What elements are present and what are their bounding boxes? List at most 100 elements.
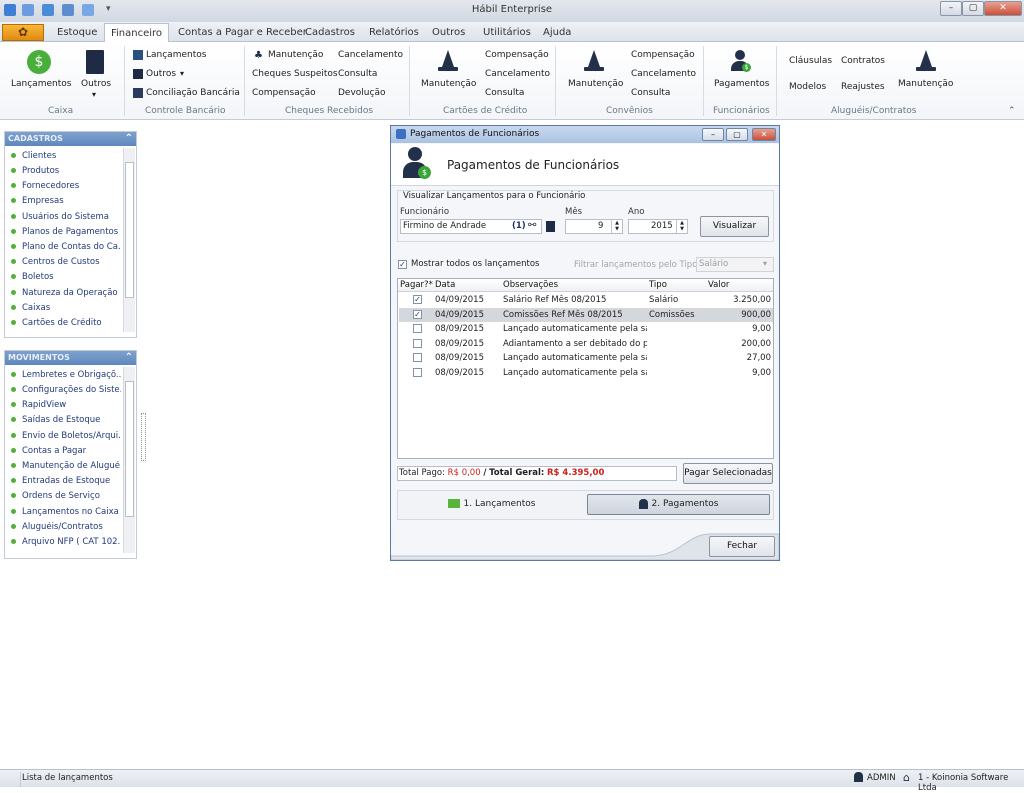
caixa-outros-button[interactable]: Outros <box>81 79 111 89</box>
cadastros-item[interactable]: Clientes <box>11 151 121 161</box>
document-icon[interactable] <box>546 221 555 232</box>
cheques-suspeitos-button[interactable]: Cheques Suspeitos <box>252 69 338 79</box>
controle-lancamentos-button[interactable]: Lançamentos <box>146 50 206 60</box>
cheques-compensacao-button[interactable]: Compensação <box>252 88 316 98</box>
cadastros-item[interactable]: Boletos <box>11 272 121 282</box>
cadastros-item[interactable]: Natureza da Operação <box>11 288 121 298</box>
movimentos-item[interactable]: Manutenção de Alugué... <box>11 461 121 471</box>
cheques-manutencao-button[interactable]: Manutenção <box>268 50 323 60</box>
clausulas-button[interactable]: Cláusulas <box>789 56 832 66</box>
cadastros-item[interactable]: Caixas <box>11 303 121 313</box>
funcionarios-pagamentos-button[interactable]: Pagamentos <box>714 79 770 89</box>
col-data[interactable]: Data <box>435 279 455 292</box>
row-tipo: Salário <box>649 295 679 305</box>
close-button[interactable]: ✕ <box>984 1 1022 16</box>
movimentos-item[interactable]: Contas a Pagar <box>11 446 121 456</box>
cadastros-item[interactable]: Centros de Custos <box>11 257 121 267</box>
row-checkbox[interactable] <box>413 367 422 377</box>
movimentos-header[interactable]: MOVIMENTOS ⌃ <box>5 351 136 365</box>
convenios-compensacao-button[interactable]: Compensação <box>631 50 695 60</box>
cadastros-item[interactable]: Cartões de Crédito <box>11 318 121 328</box>
binoculars-icon[interactable]: ⚯ <box>528 220 536 231</box>
cadastros-item[interactable]: Plano de Contas do Ca... <box>11 242 121 252</box>
mostrar-todos-checkbox[interactable]: ✓ <box>398 260 407 269</box>
dialog-maximize-button[interactable]: ▢ <box>726 128 748 141</box>
menu-utilitarios[interactable]: Utilitários <box>483 27 531 38</box>
controle-outros-button[interactable]: Outros <box>146 69 176 79</box>
table-row[interactable]: 08/09/2015 Adiantamento a ser debitado do… <box>399 337 773 351</box>
movimentos-item[interactable]: Configurações do Siste... <box>11 385 121 395</box>
collapse-icon[interactable]: ⌃ <box>125 351 133 365</box>
scrollbar[interactable] <box>123 148 135 332</box>
cadastros-item[interactable]: Planos de Pagamentos <box>11 227 121 237</box>
row-checkbox[interactable]: ✓ <box>413 309 422 319</box>
menu-contas[interactable]: Contas a Pagar e Receber <box>178 27 307 38</box>
minimize-button[interactable]: – <box>940 1 962 16</box>
collapse-ribbon-icon[interactable]: ⌃ <box>1008 106 1016 116</box>
movimentos-item[interactable]: Entradas de Estoque <box>11 476 121 486</box>
scrollbar[interactable] <box>123 367 135 553</box>
contratos-button[interactable]: Contratos <box>841 56 885 66</box>
pagar-selecionadas-button[interactable]: Pagar Selecionadas <box>683 463 773 484</box>
dialog-close-button[interactable]: ✕ <box>752 128 776 141</box>
movimentos-item[interactable]: Saídas de Estoque <box>11 415 121 425</box>
splitter-handle[interactable] <box>141 413 146 461</box>
cheques-devolucao-button[interactable]: Devolução <box>338 88 385 98</box>
cartoes-consulta-button[interactable]: Consulta <box>485 88 524 98</box>
cartoes-compensacao-button[interactable]: Compensação <box>485 50 549 60</box>
collapse-icon[interactable]: ⌃ <box>125 132 133 146</box>
col-observacoes[interactable]: Observações <box>503 279 558 292</box>
restore-button[interactable]: ▢ <box>962 1 984 16</box>
menu-outros[interactable]: Outros <box>432 27 465 38</box>
dialog-minimize-button[interactable]: – <box>702 128 724 141</box>
alugueis-manutencao-button[interactable]: Manutenção <box>898 79 953 89</box>
convenios-cancelamento-button[interactable]: Cancelamento <box>631 69 696 79</box>
table-row[interactable]: ✓ 04/09/2015 Salário Ref Mês 08/2015 Salári… <box>399 293 773 307</box>
cadastros-item[interactable]: Fornecedores <box>11 181 121 191</box>
table-row[interactable]: ✓ 04/09/2015 Comissões Ref Mês 08/2015 Comi… <box>399 307 773 322</box>
modelos-button[interactable]: Modelos <box>789 82 826 92</box>
convenios-manutencao-button[interactable]: Manutenção <box>568 79 623 89</box>
movimentos-item[interactable]: Envio de Boletos/Arqui... <box>11 431 121 441</box>
table-row[interactable]: 08/09/2015 Lançado automaticamente pela s… <box>399 322 773 336</box>
col-tipo[interactable]: Tipo <box>649 279 667 292</box>
movimentos-item[interactable]: Lembretes e Obrigaçõ... <box>11 370 121 380</box>
cadastros-item[interactable]: Empresas <box>11 196 121 206</box>
reajustes-button[interactable]: Reajustes <box>841 82 885 92</box>
menu-ajuda[interactable]: Ajuda <box>543 27 571 38</box>
col-pagar[interactable]: Pagar?* <box>400 279 433 292</box>
movimentos-item[interactable]: Aluguéis/Contratos <box>11 522 121 532</box>
tab-pagamentos[interactable]: 2. Pagamentos <box>587 494 770 515</box>
movimentos-item[interactable]: Arquivo NFP ( CAT 102... <box>11 537 121 547</box>
convenios-consulta-button[interactable]: Consulta <box>631 88 670 98</box>
row-checkbox[interactable] <box>413 338 422 348</box>
cadastros-item[interactable]: Usuários do Sistema <box>11 212 121 222</box>
movimentos-item[interactable]: Ordens de Serviço <box>11 491 121 501</box>
app-menu-button[interactable]: ✿ <box>2 24 44 41</box>
visualizar-button[interactable]: Visualizar <box>700 216 769 237</box>
row-checkbox[interactable] <box>413 324 422 333</box>
cadastros-header[interactable]: CADASTROS ⌃ <box>5 132 136 146</box>
cartoes-manutencao-button[interactable]: Manutenção <box>421 79 476 89</box>
row-checkbox[interactable]: ✓ <box>413 295 422 304</box>
ano-spinner[interactable]: ▲ ▼ <box>676 220 687 233</box>
cheques-cancelamento-button[interactable]: Cancelamento <box>338 50 403 60</box>
cheques-consulta-button[interactable]: Consulta <box>338 69 377 79</box>
conciliacao-button[interactable]: Conciliação Bancária <box>146 88 240 98</box>
menu-cadastros[interactable]: Cadastros <box>305 27 355 38</box>
caixa-lancamentos-button[interactable]: Lançamentos <box>11 79 71 89</box>
col-valor[interactable]: Valor <box>708 279 729 292</box>
menu-relatorios[interactable]: Relatórios <box>369 27 419 38</box>
fechar-button[interactable]: Fechar <box>709 536 775 557</box>
menu-estoque[interactable]: Estoque <box>57 27 97 38</box>
row-checkbox[interactable] <box>413 353 422 362</box>
table-row[interactable]: 08/09/2015 Lançado automaticamente pela s… <box>399 366 773 380</box>
cartoes-cancelamento-button[interactable]: Cancelamento <box>485 69 550 79</box>
movimentos-item[interactable]: RapidView <box>11 400 121 410</box>
mes-spinner[interactable]: ▲ ▼ <box>611 220 622 233</box>
cadastros-item[interactable]: Produtos <box>11 166 121 176</box>
table-row[interactable]: 08/09/2015 Lançado automaticamente pela s… <box>399 351 773 365</box>
movimentos-item[interactable]: Lançamentos no Caixa <box>11 507 121 517</box>
menu-financeiro[interactable]: Financeiro <box>104 23 170 43</box>
tab-lancamentos[interactable]: 1. Lançamentos <box>400 494 583 515</box>
